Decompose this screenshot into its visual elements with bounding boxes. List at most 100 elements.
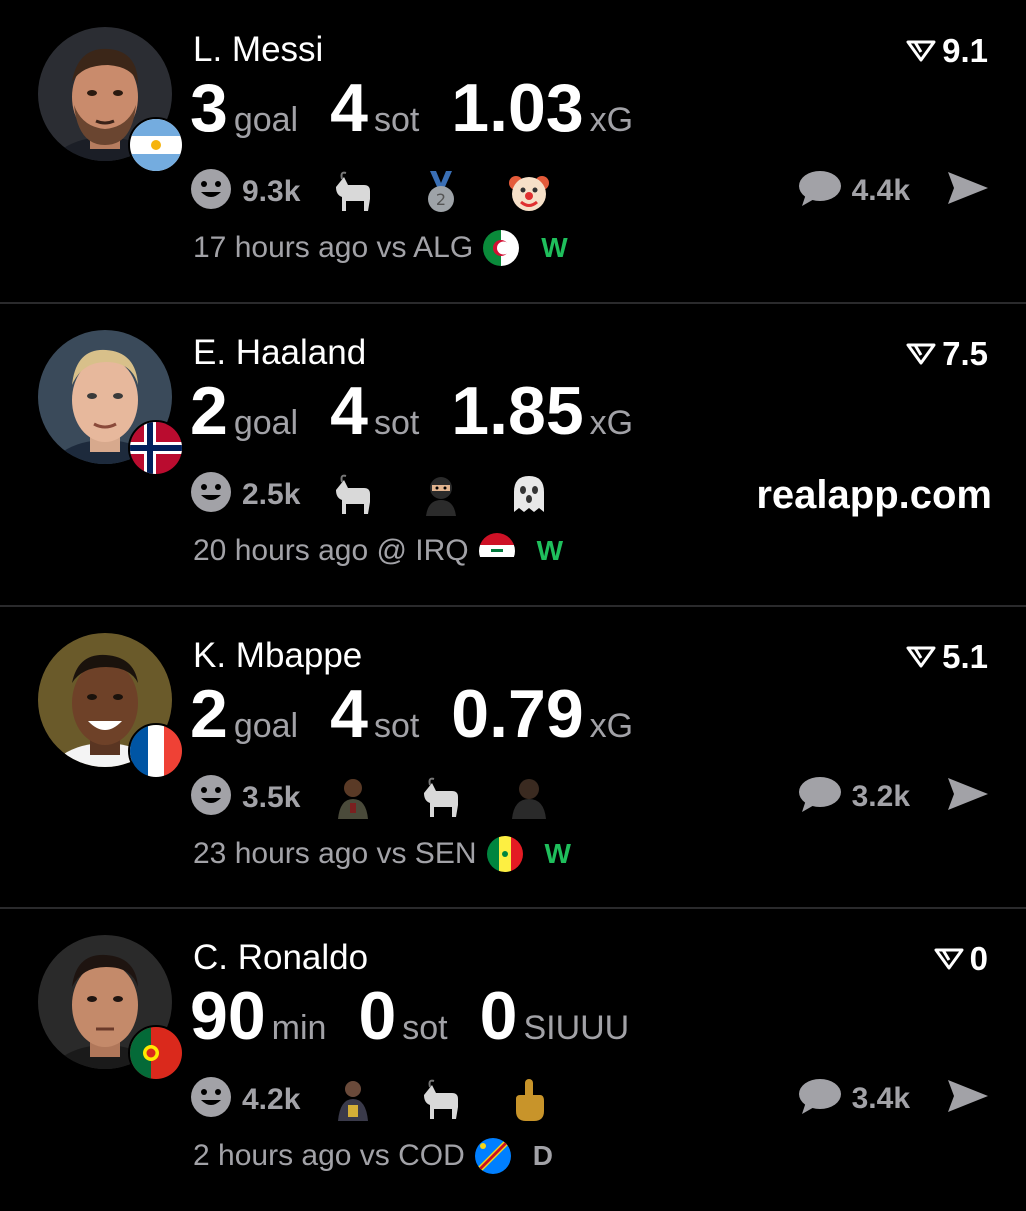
stat-value: 0 (479, 978, 518, 1054)
silver-medal-emoji-icon[interactable]: 2 (418, 169, 464, 215)
match-info: 2 hours ago vs COD D (193, 1138, 553, 1174)
dr-congo-flag-icon (474, 1138, 511, 1174)
player-name[interactable]: E. Haaland (193, 333, 366, 373)
reactions-row: 9.3k 2 (190, 168, 594, 215)
person-emoji-icon[interactable] (330, 775, 376, 821)
goat-emoji-icon[interactable] (330, 169, 376, 215)
stat-value: 2 (190, 373, 228, 449)
reactions-row: 2.5k (190, 471, 594, 518)
rating: 5.1 (906, 638, 988, 676)
stats-row: 3 goal 4 sot 1.03 xG (190, 74, 665, 142)
comments-row: 4.4k (798, 168, 990, 213)
stat-unit: goal (233, 707, 299, 745)
svg-text:2: 2 (436, 190, 446, 209)
stat-unit: sot (373, 707, 420, 745)
stats-row: 2 goal 4 sot 0.79 xG (190, 680, 665, 748)
stat-unit: xG (589, 101, 634, 139)
norway-flag-icon (128, 420, 184, 476)
match-time: 17 hours ago vs ALG (193, 231, 474, 264)
share-icon[interactable] (946, 170, 990, 211)
stat-unit: sot (373, 404, 420, 442)
smiley-icon[interactable] (190, 774, 232, 821)
person-emoji-icon[interactable] (506, 775, 552, 821)
stat-unit: sot (402, 1009, 448, 1047)
stat-value: 4 (330, 676, 368, 752)
rating-value: 5.1 (942, 638, 988, 675)
rating-icon (906, 638, 936, 676)
middle-finger-emoji-icon[interactable] (506, 1077, 552, 1123)
smiley-icon[interactable] (190, 168, 232, 215)
goat-emoji-icon[interactable] (330, 472, 376, 518)
rating-value: 7.5 (942, 335, 988, 372)
stats-row: 2 goal 4 sot 1.85 xG (190, 377, 665, 445)
match-time: 23 hours ago vs SEN (193, 837, 477, 870)
match-result: W (536, 535, 564, 566)
stat-value: 4 (330, 70, 368, 146)
comment-bubble-icon[interactable] (798, 168, 842, 213)
reaction-count: 2.5k (242, 477, 301, 511)
player-name[interactable]: L. Messi (193, 30, 323, 70)
reactions-row: 4.2k (190, 1076, 594, 1123)
stat-value: 0.79 (451, 676, 584, 752)
comment-count: 3.4k (851, 1081, 910, 1115)
match-result: W (541, 232, 568, 263)
france-flag-icon (128, 723, 184, 779)
comment-count: 4.4k (851, 173, 910, 207)
stat-unit: min (271, 1009, 327, 1047)
player-card[interactable]: E. Haaland 7.5 2 goal 4 sot 1.85 xG 2.5k… (0, 303, 1026, 606)
algeria-flag-icon (483, 230, 520, 266)
stat-unit: SIUUU (523, 1009, 630, 1047)
rating-icon (934, 940, 964, 978)
comment-bubble-icon[interactable] (798, 774, 842, 819)
player-card[interactable]: K. Mbappe 5.1 2 goal 4 sot 0.79 xG 3.5k … (0, 606, 1026, 909)
match-result: D (532, 1140, 554, 1171)
smiley-icon[interactable] (190, 1076, 232, 1123)
goat-emoji-icon[interactable] (418, 1077, 464, 1123)
smiley-icon[interactable] (190, 471, 232, 518)
comment-count: 3.2k (851, 779, 910, 813)
reaction-count: 4.2k (242, 1082, 301, 1116)
rating: 7.5 (906, 335, 988, 373)
stat-value: 3 (190, 70, 228, 146)
rating: 0 (934, 940, 988, 978)
ghost-emoji-icon[interactable] (506, 472, 552, 518)
rating-value: 9.1 (942, 32, 988, 69)
share-icon[interactable] (946, 776, 990, 817)
senegal-flag-icon (486, 836, 523, 872)
comment-bubble-icon[interactable] (798, 1076, 842, 1121)
stat-value: 4 (330, 373, 368, 449)
rating: 9.1 (906, 32, 988, 70)
iraq-flag-icon (478, 533, 515, 569)
stats-row: 90 min 0 sot 0 SIUUU (190, 982, 661, 1050)
stat-value: 1.03 (451, 70, 584, 146)
stat-unit: sot (373, 101, 420, 139)
watermark: realapp.com (756, 473, 992, 517)
match-time: 20 hours ago @ IRQ (193, 534, 469, 567)
reaction-count: 9.3k (242, 174, 301, 208)
goat-emoji-icon[interactable] (418, 775, 464, 821)
reactions-row: 3.5k (190, 774, 594, 821)
match-info: 23 hours ago vs SEN W (193, 836, 571, 872)
player-name[interactable]: C. Ronaldo (193, 938, 368, 978)
match-info: 20 hours ago @ IRQ W (193, 533, 563, 569)
player-card[interactable]: L. Messi 9.1 3 goal 4 sot 1.03 xG 9.3k 2… (0, 0, 1026, 303)
clown-emoji-icon[interactable] (506, 169, 552, 215)
stat-unit: goal (233, 101, 299, 139)
player-name[interactable]: K. Mbappe (193, 636, 362, 676)
stat-value: 2 (190, 676, 228, 752)
stat-value: 90 (190, 978, 266, 1054)
trophy-person-emoji-icon[interactable] (330, 1077, 376, 1123)
ninja-emoji-icon[interactable] (418, 472, 464, 518)
comments-row: 3.4k (798, 1076, 990, 1121)
comments-row: 3.2k (798, 774, 990, 819)
rating-icon (906, 335, 936, 373)
match-result: W (544, 838, 571, 869)
match-info: 17 hours ago vs ALG W (193, 230, 568, 266)
argentina-flag-icon (128, 117, 184, 173)
stat-unit: xG (589, 404, 634, 442)
player-card[interactable]: C. Ronaldo 0 90 min 0 sot 0 SIUUU 4.2k 3… (0, 908, 1026, 1211)
share-icon[interactable] (946, 1078, 990, 1119)
match-time: 2 hours ago vs COD (193, 1139, 465, 1172)
stat-unit: goal (233, 404, 299, 442)
stat-value: 0 (358, 978, 397, 1054)
